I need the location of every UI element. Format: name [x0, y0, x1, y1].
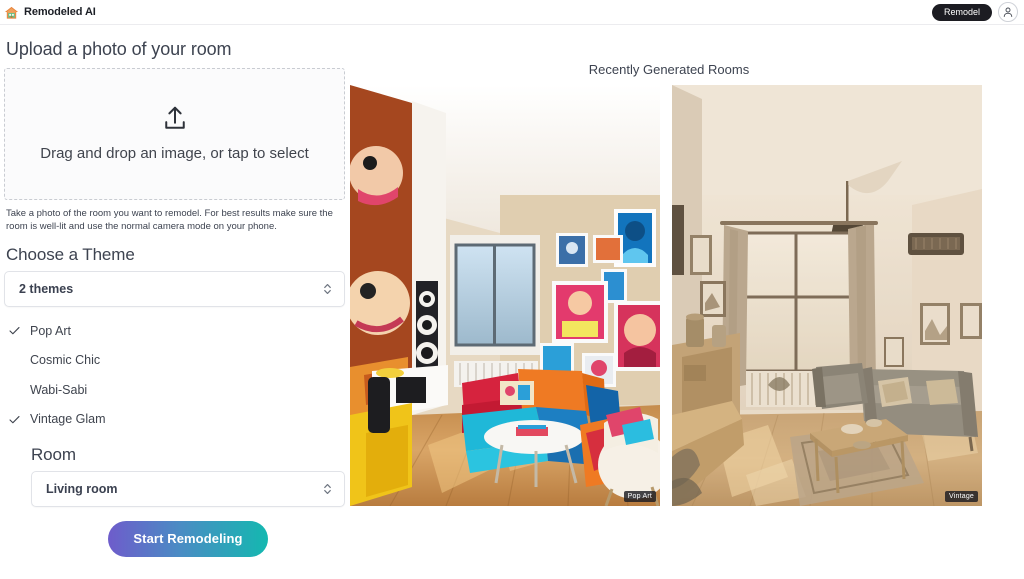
card-badge: Vintage — [944, 491, 978, 502]
theme-option-label: Cosmic Chic — [30, 353, 101, 368]
theme-option-label: Wabi-Sabi — [30, 382, 88, 397]
room-select-value: Living room — [46, 481, 118, 496]
brand-name: Remodeled AI — [24, 6, 96, 18]
dropzone-label: Drag and drop an image, or tap to select — [40, 144, 309, 162]
check-icon — [4, 413, 26, 426]
theme-section-title: Choose a Theme — [6, 244, 135, 264]
theme-option-pop-art[interactable]: Pop Art — [4, 316, 345, 346]
avatar[interactable] — [998, 2, 1018, 22]
theme-option-label: Pop Art — [30, 323, 71, 338]
gallery-panel: Recently Generated Rooms Pop Art Vintage — [350, 25, 1024, 579]
header-actions: Remodel — [931, 2, 1018, 22]
upload-panel: Upload a photo of your room Drag and dro… — [0, 25, 350, 579]
vintage-room-image — [672, 85, 982, 506]
room-select[interactable]: Living room — [31, 470, 345, 507]
image-dropzone[interactable]: Drag and drop an image, or tap to select — [4, 68, 345, 200]
generated-room-card[interactable]: Pop Art — [350, 85, 660, 506]
start-remodeling-button[interactable]: Start Remodeling — [108, 520, 268, 557]
upload-icon — [160, 104, 190, 134]
remodel-button[interactable]: Remodel — [931, 3, 992, 21]
cta-container: Start Remodeling — [4, 520, 345, 557]
gallery-grid: Pop Art Vintage — [350, 85, 988, 506]
generated-room-card[interactable]: Vintage — [672, 85, 982, 506]
theme-select-value: 2 themes — [19, 281, 74, 296]
gallery-title: Recently Generated Rooms — [588, 62, 750, 77]
house-icon — [4, 6, 19, 19]
theme-select[interactable]: 2 themes — [4, 270, 345, 307]
theme-option-vintage-glam[interactable]: Vintage Glam — [4, 404, 345, 434]
pop-art-room-image — [350, 85, 660, 506]
theme-options-list: Pop Art Cosmic Chic Wabi-Sabi Vintage Gl… — [4, 316, 345, 434]
room-section-title: Room — [31, 444, 76, 464]
page-body: Upload a photo of your room Drag and dro… — [0, 25, 1024, 579]
page-title: Upload a photo of your room — [6, 39, 232, 59]
theme-option-wabi-sabi[interactable]: Wabi-Sabi — [4, 375, 345, 405]
theme-option-label: Vintage Glam — [30, 412, 106, 427]
theme-option-cosmic-chic[interactable]: Cosmic Chic — [4, 345, 345, 375]
brand: Remodeled AI — [4, 5, 96, 20]
chevron-up-down-icon — [322, 281, 333, 296]
chevron-up-down-icon — [322, 481, 333, 496]
upload-helper-text: Take a photo of the room you want to rem… — [6, 208, 333, 233]
card-badge: Pop Art — [623, 491, 656, 502]
app-header: Remodeled AI Remodel — [0, 0, 1024, 25]
room-section: Room Living room — [4, 445, 345, 507]
check-icon — [4, 324, 26, 337]
user-avatar-icon — [1003, 7, 1013, 17]
